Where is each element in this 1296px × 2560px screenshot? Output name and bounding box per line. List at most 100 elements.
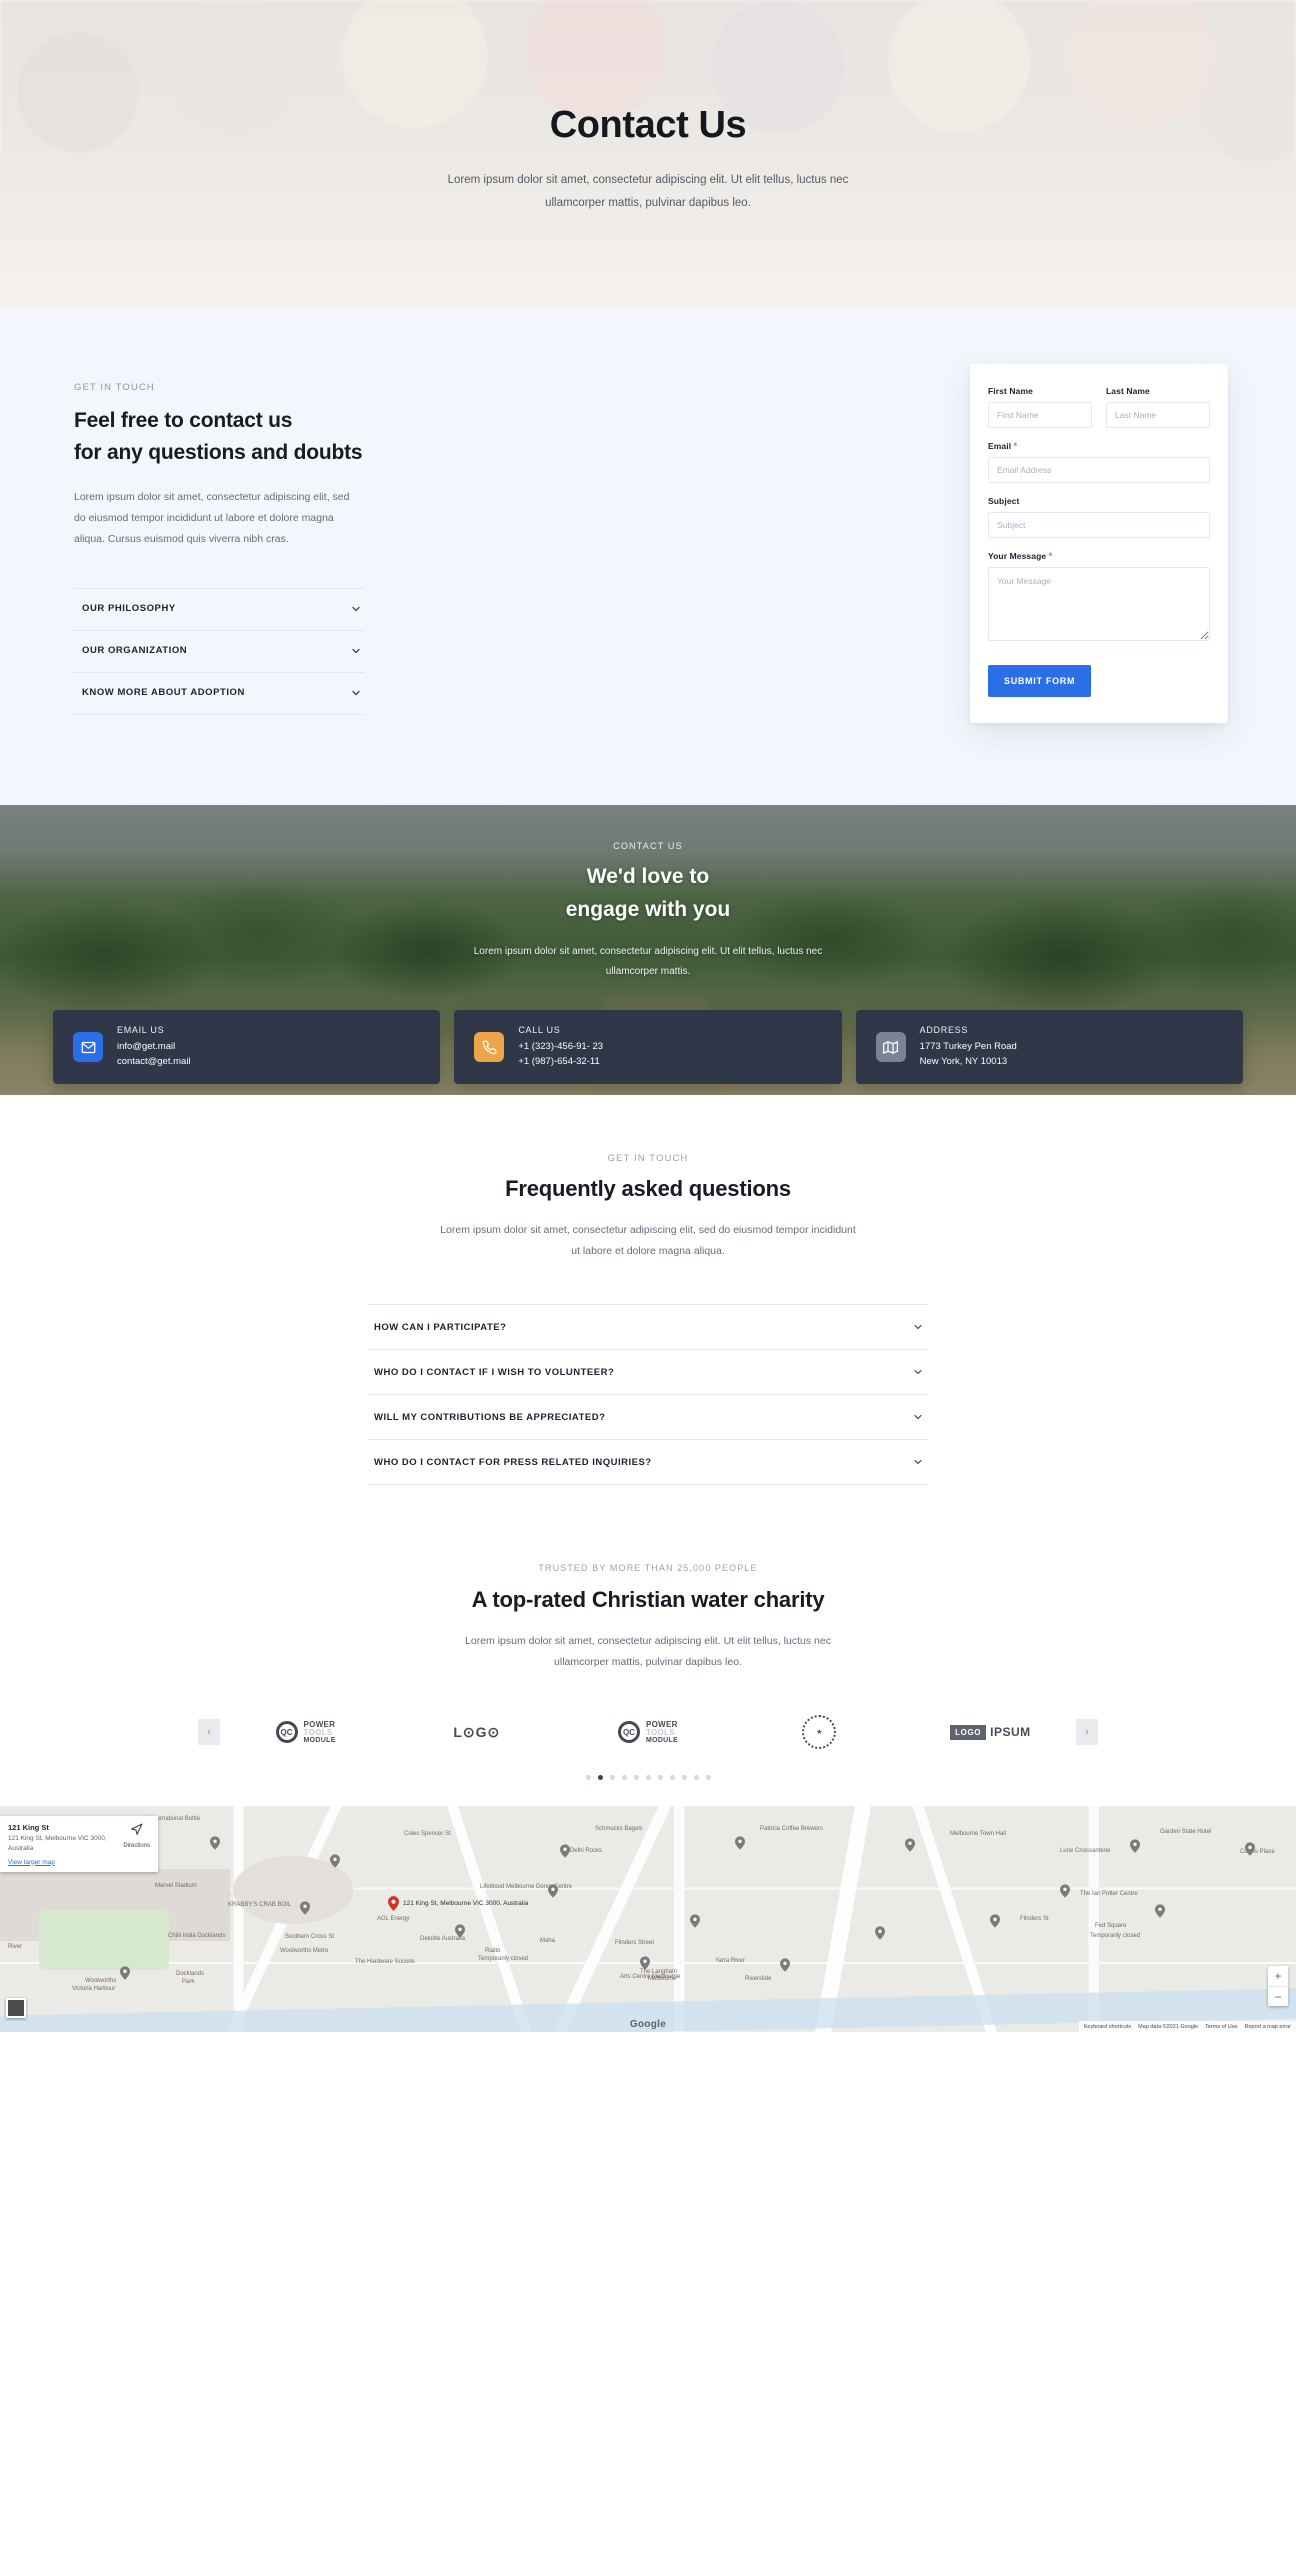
phone-icon [474, 1032, 505, 1063]
map-terms-of-use[interactable]: Terms of Use [1205, 2024, 1237, 2030]
map-pin-icon[interactable] [690, 1914, 702, 1930]
faq-item-volunteer[interactable]: WHO DO I CONTACT IF I WISH TO VOLUNTEER? [368, 1350, 928, 1395]
map-marker-label: 121 King St, Melbourne VIC 3000, Austral… [403, 1900, 529, 1907]
logo-item[interactable]: ★ [734, 1715, 905, 1749]
carousel-dot[interactable] [681, 1775, 687, 1780]
trusted-eyebrow: TRUSTED BY MORE THAN 25,000 PEOPLE [538, 1563, 758, 1573]
card-line-2: New York, NY 10013 [919, 1055, 1008, 1067]
logo-item[interactable]: QC POWER TOOLS MODULE [562, 1720, 733, 1744]
map-street-view-thumbnail[interactable] [6, 1998, 26, 2018]
map-directions-label: Directions [123, 1843, 150, 1849]
map-label: Yarra River [715, 1958, 745, 1964]
card-title: EMAIL US [117, 1024, 165, 1035]
accordion-item-adoption[interactable]: KNOW MORE ABOUT ADOPTION [74, 673, 364, 715]
email-input[interactable] [988, 457, 1210, 483]
contact-page: Contact Us Lorem ipsum dolor sit amet, c… [0, 0, 1296, 2032]
map-report-error[interactable]: Report a map error [1245, 2024, 1291, 2030]
faq-item-participate[interactable]: HOW CAN I PARTICIPATE? [368, 1304, 928, 1350]
carousel-dot[interactable] [585, 1775, 591, 1780]
faq-item-press[interactable]: WHO DO I CONTACT FOR PRESS RELATED INQUI… [368, 1440, 928, 1485]
map-pin-icon[interactable] [1245, 1842, 1257, 1858]
map-pin-icon[interactable] [640, 1956, 652, 1972]
faq-item-contributions[interactable]: WILL MY CONTRIBUTIONS BE APPRECIATED? [368, 1395, 928, 1440]
map-pin-icon[interactable] [1060, 1884, 1072, 1900]
carousel-next-button[interactable]: › [1076, 1719, 1099, 1745]
logo-item[interactable]: L⊙G⊙ [391, 1724, 562, 1741]
last-name-field-group: Last Name [1106, 386, 1210, 428]
message-textarea[interactable] [988, 567, 1210, 641]
map-label: KRABBY'S CRAB BOIL [228, 1902, 292, 1908]
carousel-dot-active[interactable] [597, 1775, 603, 1780]
carousel-dot[interactable] [669, 1775, 675, 1780]
carousel-dot[interactable] [633, 1775, 639, 1780]
map-pin-icon[interactable] [1130, 1839, 1142, 1855]
map-pin-icon[interactable] [210, 1836, 222, 1852]
contact-heading-line2: for any questions and doubts [74, 440, 363, 464]
map-pin-icon[interactable] [780, 1958, 792, 1974]
map-pin-icon[interactable] [990, 1914, 1002, 1930]
map-label: Delhi Rocks [570, 1848, 603, 1854]
map-place-address: 121 King St, Melbourne VIC 3000, Austral… [8, 1835, 107, 1852]
email-label: Email * [988, 441, 1210, 451]
map-zoom-out-button[interactable]: − [1268, 1986, 1288, 2006]
logo-line-2: TOOLS [303, 1727, 333, 1737]
faq-paragraph: Lorem ipsum dolor sit amet, consectetur … [440, 1224, 856, 1257]
map-label: Riverslide [745, 1976, 772, 1982]
map-pin-icon[interactable] [735, 1836, 747, 1852]
map-label: Arts Centre Melbourne [620, 1974, 681, 1980]
accordion-item-organization[interactable]: OUR ORGANIZATION [74, 631, 364, 673]
hero-section: Contact Us Lorem ipsum dolor sit amet, c… [0, 0, 1296, 308]
engage-heading-line2: engage with you [565, 897, 731, 921]
submit-form-button[interactable]: SUBMIT FORM [988, 665, 1092, 697]
map-pin-icon[interactable] [548, 1884, 560, 1900]
logo-line-3: MODULE [645, 1736, 679, 1744]
card-line-2: +1 (987)-654-32-11 [518, 1055, 600, 1067]
map-pin-icon[interactable] [300, 1901, 312, 1917]
carousel-dot[interactable] [693, 1775, 699, 1780]
map-place-card[interactable]: 121 King St 121 King St, Melbourne VIC 3… [0, 1816, 158, 1872]
contact-heading: Feel free to contact us for any question… [74, 405, 628, 469]
contact-eyebrow: GET IN TOUCH [74, 382, 155, 393]
address-card[interactable]: ADDRESS 1773 Turkey Pen Road New York, N… [855, 1010, 1243, 1085]
map-keyboard-shortcuts[interactable]: Keyboard shortcuts [1084, 2024, 1131, 2030]
last-name-input[interactable] [1106, 402, 1210, 428]
contact-info-cards: EMAIL US info@get.mail contact@get.mail … [53, 1010, 1243, 1085]
required-asterisk: * [1048, 551, 1053, 561]
map-pin-icon[interactable] [1155, 1904, 1167, 1920]
call-us-card[interactable]: CALL US +1 (323)-456-91- 23 +1 (987)-654… [454, 1010, 842, 1085]
faq-heading: Frequently asked questions [505, 1176, 791, 1201]
subject-input[interactable] [988, 512, 1210, 538]
map-label: Garden State Hotel [1160, 1829, 1212, 1835]
trusted-heading: A top-rated Christian water charity [471, 1587, 825, 1612]
carousel-dot[interactable] [645, 1775, 651, 1780]
carousel-dot[interactable] [657, 1775, 663, 1780]
faq-section: GET IN TOUCH Frequently asked questions … [0, 1095, 1296, 1515]
first-name-label: First Name [988, 386, 1033, 396]
carousel-dot[interactable] [705, 1775, 711, 1780]
map-pin-icon[interactable] [330, 1854, 342, 1870]
engage-heading: We'd love to engage with you [0, 861, 1296, 926]
map-pin-icon[interactable] [560, 1844, 572, 1860]
map-directions-button[interactable]: Directions [123, 1823, 150, 1866]
email-us-card[interactable]: EMAIL US info@get.mail contact@get.mail [53, 1010, 441, 1085]
map-zoom-in-button[interactable]: + [1268, 1966, 1288, 1986]
map-pin-icon[interactable] [875, 1926, 887, 1942]
carousel-dot[interactable] [609, 1775, 615, 1780]
map-section[interactable]: International Bottle Coles Spencer St Schm… [0, 1806, 1296, 2032]
carousel-dot[interactable] [621, 1775, 627, 1780]
first-name-input[interactable] [988, 402, 1092, 428]
carousel-prev-button[interactable]: ‹ [198, 1719, 220, 1745]
view-larger-map-link[interactable]: View larger map [8, 1859, 117, 1866]
logo-item[interactable]: LOGO IPSUM [905, 1724, 1076, 1740]
map-pin-icon[interactable] [120, 1966, 132, 1982]
page-title: Contact Us [549, 103, 747, 146]
map-pin-icon[interactable] [905, 1838, 917, 1854]
accordion-item-label: KNOW MORE ABOUT ADOPTION [82, 687, 245, 699]
map-label: Woolworths [85, 1978, 117, 1984]
map-pin-icon[interactable] [455, 1924, 467, 1940]
faq-eyebrow: GET IN TOUCH [607, 1153, 689, 1164]
message-field-group: Your Message * [988, 551, 1210, 646]
accordion-item-philosophy[interactable]: OUR PHILOSOPHY [74, 587, 364, 631]
map-main-marker[interactable]: 121 King St, Melbourne VIC 3000, Austral… [388, 1896, 528, 1911]
logo-item[interactable]: QC POWER TOOLS MODULE [220, 1720, 391, 1744]
